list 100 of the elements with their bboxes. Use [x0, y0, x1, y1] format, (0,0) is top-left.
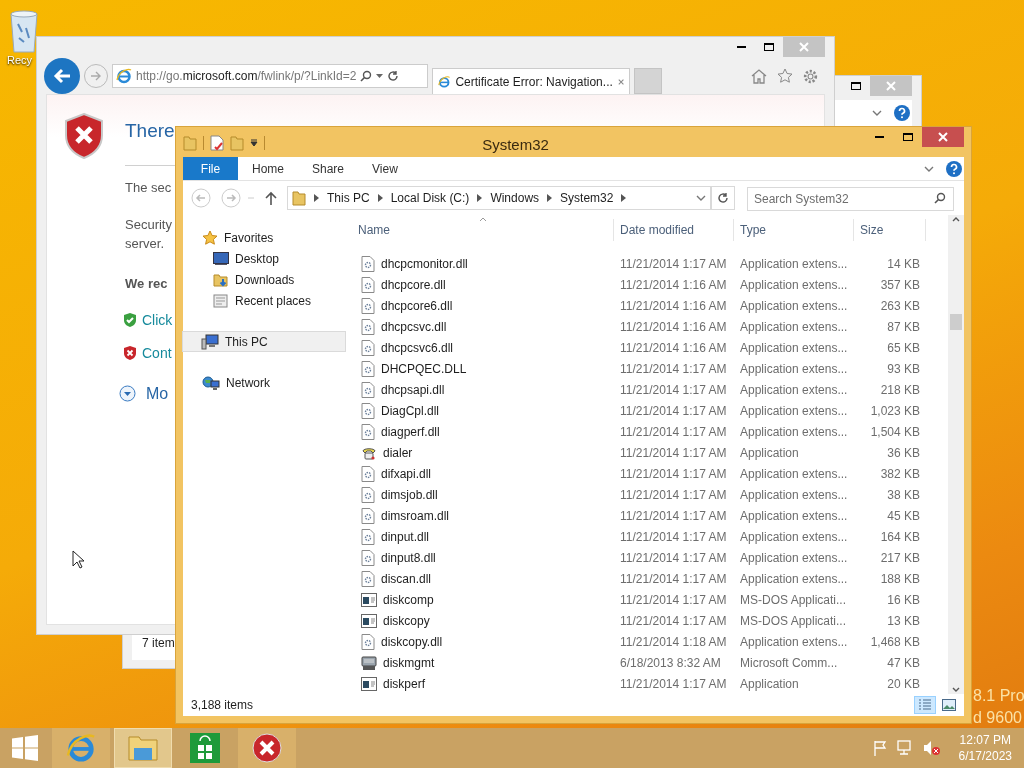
type-cell-text: Application extens...	[739, 549, 849, 567]
file-name[interactable]: dinput.dll	[381, 527, 430, 546]
scroll-down-icon[interactable]	[952, 687, 960, 692]
date-modified-cell-text: 11/21/2014 1:17 AM	[619, 507, 728, 525]
sidebar-item[interactable]: Downloads	[183, 269, 345, 290]
scrollbar-thumb[interactable]	[950, 314, 962, 330]
file-gear-icon	[361, 528, 375, 545]
ribbon-tab[interactable]: Home	[238, 157, 298, 180]
chevron-down-icon[interactable]	[924, 165, 934, 172]
page-link[interactable]: Click	[142, 309, 173, 331]
file-name[interactable]: diagperf.dll	[381, 422, 440, 441]
breadcrumb-item[interactable]: Windows	[490, 189, 540, 207]
file-name[interactable]: DHCPQEC.DLL	[381, 359, 467, 378]
network-globe-icon	[202, 374, 220, 391]
maximize-icon	[851, 82, 861, 90]
file-gear-icon	[361, 549, 375, 566]
page-link[interactable]: Cont	[142, 342, 172, 364]
file-name[interactable]: DiagCpl.dll	[381, 401, 440, 420]
file-name[interactable]: diskcomp	[383, 590, 434, 609]
more-link[interactable]: Mo	[146, 381, 169, 406]
file-gear-icon	[361, 255, 375, 272]
file-name[interactable]: dhcpcore6.dll	[381, 296, 453, 315]
close-tab-icon[interactable]	[617, 77, 624, 86]
sidebar-item[interactable]: Desktop	[183, 248, 345, 269]
size-cell-text: 1,023 KB	[869, 402, 920, 420]
help-icon[interactable]	[894, 105, 910, 121]
muted-speaker-icon[interactable]	[922, 740, 941, 756]
size-cell-text: 38 KB	[886, 486, 920, 504]
close-button[interactable]	[922, 127, 964, 147]
file-name[interactable]: diskmgmt	[383, 653, 435, 672]
breadcrumb-item[interactable]: Local Disk (C:)	[390, 189, 470, 207]
back-button[interactable]	[44, 58, 80, 94]
windows-version-text: d 9600	[973, 708, 1023, 728]
help-icon[interactable]	[946, 160, 962, 177]
column-header[interactable]: Date modified	[614, 219, 734, 241]
file-name[interactable]: dhcpsapi.dll	[381, 380, 445, 399]
file-name[interactable]: dhcpcmonitor.dll	[381, 254, 468, 273]
file-name[interactable]: diskcopy	[383, 611, 430, 630]
file-name[interactable]: dinput8.dll	[381, 548, 436, 567]
breadcrumb-arrow-icon[interactable]	[477, 194, 483, 202]
breadcrumb-arrow-icon[interactable]	[377, 194, 383, 202]
properties-icon[interactable]	[210, 135, 224, 151]
file-name[interactable]: dimsroam.dll	[381, 506, 449, 525]
file-name[interactable]: discan.dll	[381, 569, 432, 588]
breadcrumb-item[interactable]: This PC	[327, 189, 370, 207]
file-name[interactable]: difxapi.dll	[381, 464, 432, 483]
window-title: System32	[482, 135, 549, 155]
search-field[interactable]: Search System32	[747, 187, 954, 211]
sidebar-item[interactable]: Recent places	[183, 290, 345, 311]
page-heading: There	[125, 119, 176, 143]
date-modified-cell-text: 11/21/2014 1:17 AM	[619, 549, 728, 567]
refresh-icon[interactable]	[387, 70, 400, 82]
file-name[interactable]: diskcopy.dll	[381, 632, 443, 651]
file-name[interactable]: dhcpcsvc6.dll	[381, 338, 454, 357]
size-cell-text: 1,468 KB	[869, 633, 920, 651]
file-name[interactable]: dialer	[383, 443, 413, 462]
up-arrow-icon[interactable]	[265, 191, 277, 205]
recycle-bin-icon[interactable]	[7, 8, 41, 54]
breadcrumb-arrow-icon[interactable]	[547, 194, 553, 202]
console-window-icon	[361, 592, 377, 607]
sidebar-item[interactable]: Network	[183, 372, 345, 393]
file-name[interactable]: dhcpcore.dll	[381, 275, 446, 294]
date-modified-cell-text: 11/21/2014 1:17 AM	[619, 381, 728, 399]
settings-icon[interactable]	[802, 67, 819, 85]
column-header[interactable]: Name	[345, 219, 614, 241]
home-icon[interactable]	[750, 67, 768, 84]
url-text[interactable]: http://go.microsoft.com/fwlink/p/?LinkId=2	[136, 67, 357, 85]
file-tab[interactable]: File	[183, 157, 238, 180]
taskbar-error-app-button[interactable]	[238, 728, 296, 768]
column-header[interactable]: Type	[734, 219, 854, 241]
column-header[interactable]: Size	[854, 219, 926, 241]
folder-icon	[292, 190, 306, 206]
chevron-down-icon[interactable]	[872, 110, 882, 116]
refresh-button[interactable]	[711, 186, 735, 210]
file-name[interactable]: diskperf	[383, 674, 426, 693]
search-icon[interactable]	[360, 70, 373, 82]
dropdown-caret-icon[interactable]	[250, 139, 258, 147]
search-icon[interactable]	[934, 192, 946, 204]
sidebar-item[interactable]: This PC	[182, 331, 346, 352]
vertical-scrollbar[interactable]	[948, 215, 964, 694]
dropdown-caret-icon[interactable]	[376, 74, 384, 78]
sidebar-item[interactable]: Favorites	[183, 227, 345, 248]
file-name[interactable]: dhcpcsvc.dll	[381, 317, 447, 336]
chevron-down-icon[interactable]	[696, 195, 706, 201]
page-subheading: We rec	[125, 275, 169, 293]
browser-tab[interactable]: Certificate Error: Navigation...	[432, 68, 630, 94]
star-icon[interactable]	[776, 67, 794, 84]
breadcrumb-arrow-icon[interactable]	[621, 194, 627, 202]
file-name[interactable]: dimsjob.dll	[381, 485, 438, 504]
breadcrumb-arrow-icon[interactable]	[314, 194, 319, 202]
address-bar[interactable]: This PC Local Disk (C:) Windows System32	[287, 186, 711, 210]
expand-circle-icon[interactable]	[119, 385, 136, 402]
ribbon-tab[interactable]: Share	[298, 157, 359, 180]
address-bar[interactable]: http://go.microsoft.com/fwlink/p/?LinkId=2	[112, 64, 428, 88]
scroll-up-icon[interactable]	[952, 217, 960, 222]
file-gear-icon	[361, 402, 375, 419]
date-modified-cell-text: 11/21/2014 1:17 AM	[619, 255, 728, 273]
breadcrumb-item[interactable]: System32	[560, 189, 614, 207]
type-cell-text: Application extens...	[739, 486, 849, 504]
ribbon-tab[interactable]: View	[358, 157, 412, 180]
